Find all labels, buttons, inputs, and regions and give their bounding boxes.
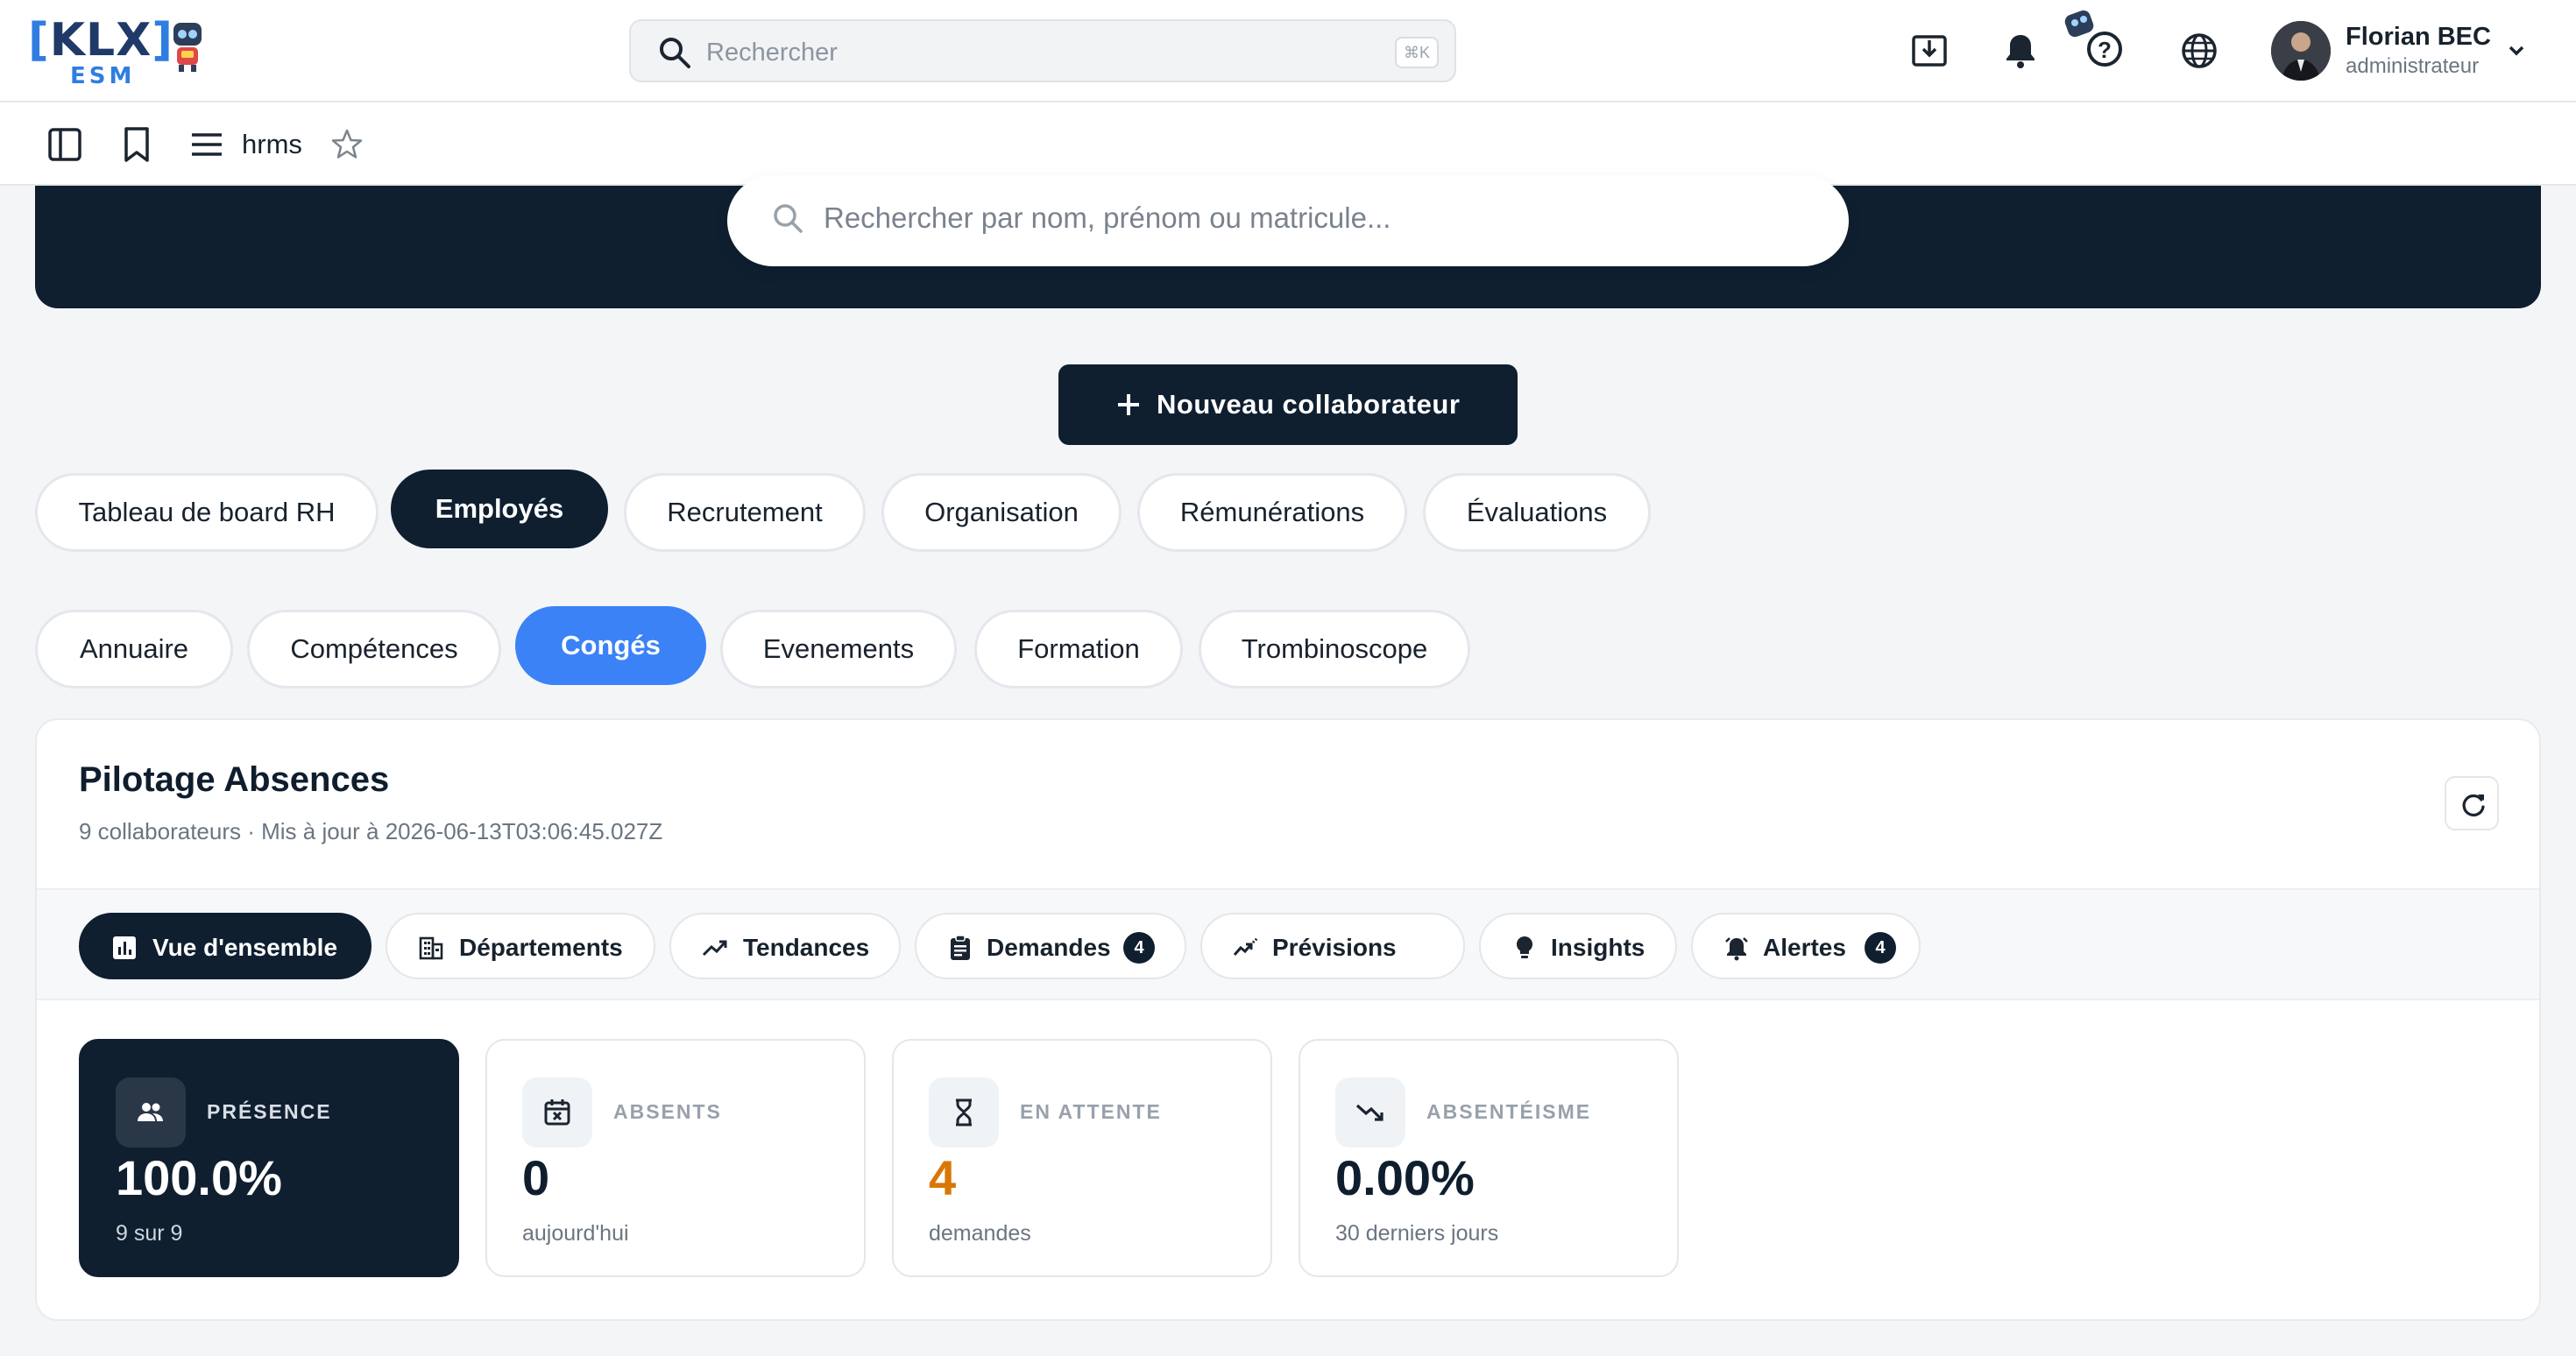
bookmark-icon[interactable] <box>116 124 158 166</box>
requests-count-badge: 4 <box>1123 932 1155 964</box>
tab-trends[interactable]: Tendances <box>669 913 901 979</box>
tab-departments[interactable]: Départements <box>386 913 655 979</box>
tab-forecasts[interactable]: Prévisions <box>1200 913 1465 979</box>
kpi-presence-label: PRÉSENCE <box>207 1100 332 1123</box>
kpi-absents-card: ABSENTS 0 aujourd'hui <box>485 1039 866 1277</box>
help-assistant-icon[interactable]: ? <box>2061 9 2126 72</box>
search-shortcut: ⌘K <box>1394 37 1439 68</box>
kpi-absenteeism-card: ABSENTÉISME 0.00% 30 derniers jours <box>1299 1039 1679 1277</box>
user-name[interactable]: Florian BEC <box>2346 23 2491 52</box>
klx-esm-logo[interactable]: [KLX] ESM <box>28 14 212 89</box>
star-icon[interactable] <box>326 124 368 166</box>
tab-requests-label: Demandes <box>987 934 1111 961</box>
search-icon <box>774 204 803 233</box>
hourglass-icon <box>956 1098 972 1126</box>
subtab-photo-directory[interactable]: Trombinoscope <box>1199 610 1470 689</box>
forecast-icon <box>1233 936 1259 956</box>
lightbulb-icon <box>1516 936 1533 958</box>
tab-insights-label: Insights <box>1551 934 1645 961</box>
card-title: Pilotage Absences <box>79 760 390 799</box>
trending-up-icon <box>702 940 727 957</box>
calendar-x-icon <box>544 1099 570 1126</box>
alerts-count-badge: 4 <box>1865 932 1896 964</box>
tab-organisation[interactable]: Organisation <box>881 473 1122 552</box>
search-placeholder: Rechercher <box>706 39 838 67</box>
bell-icon[interactable] <box>1999 30 2042 72</box>
absence-dashboard-card: Pilotage Absences 9 collaborateurs · Mis… <box>35 718 2541 1321</box>
tab-forecasts-label: Prévisions <box>1272 934 1397 961</box>
new-employee-label: Nouveau collaborateur <box>1157 389 1461 420</box>
plus-icon <box>1118 394 1139 415</box>
top-header: [KLX] ESM Rechercher ⌘K ? Florian BEC ad… <box>0 0 2576 102</box>
menu-icon[interactable] <box>186 124 228 166</box>
kpi-pending-label: EN ATTENTE <box>1020 1100 1162 1123</box>
dashboard-tabs: Vue d'ensemble Départements Tendances De… <box>37 888 2539 1000</box>
people-icon <box>138 1103 163 1121</box>
user-avatar[interactable] <box>2271 21 2331 81</box>
tab-compensation[interactable]: Rémunérations <box>1137 473 1407 552</box>
tab-overview-label: Vue d'ensemble <box>152 934 338 961</box>
kpi-pending-sub: demandes <box>929 1221 1031 1246</box>
subtab-leave[interactable]: Congés <box>515 606 706 685</box>
card-subtitle: 9 collaborateurs · Mis à jour à 2026-06-… <box>79 818 663 844</box>
tab-alerts[interactable]: Alertes 4 <box>1691 913 1921 979</box>
logo-text: KLX <box>49 14 152 67</box>
new-employee-button[interactable]: Nouveau collaborateur <box>1058 364 1518 445</box>
tab-evaluations[interactable]: Évaluations <box>1423 473 1651 552</box>
alarm-icon <box>1725 937 1748 961</box>
globe-icon[interactable] <box>2178 30 2220 72</box>
trending-down-icon <box>1355 1104 1384 1121</box>
employee-search-placeholder: Rechercher par nom, prénom ou matricule.… <box>824 201 1391 234</box>
kpi-absents-sub: aujourd'hui <box>522 1221 629 1246</box>
clipboard-icon <box>951 935 970 960</box>
subtab-skills[interactable]: Compétences <box>247 610 501 689</box>
user-photo-icon <box>2271 21 2331 81</box>
tab-requests[interactable]: Demandes 4 <box>915 913 1186 979</box>
sidebar-toggle-icon[interactable] <box>44 124 86 166</box>
kpi-absenteeism-value: 0.00% <box>1335 1150 1475 1205</box>
kpi-absenteeism-sub: 30 derniers jours <box>1335 1221 1499 1246</box>
tab-alerts-label: Alertes <box>1763 934 1846 961</box>
tab-trends-label: Tendances <box>743 934 870 961</box>
bar-chart-icon <box>113 936 136 959</box>
kpi-presence-value: 100.0% <box>116 1150 282 1205</box>
logo-subtext: ESM <box>70 63 136 89</box>
kpi-absenteeism-label: ABSENTÉISME <box>1426 1100 1592 1123</box>
subtab-training[interactable]: Formation <box>974 610 1183 689</box>
kpi-pending-card: EN ATTENTE 4 demandes <box>892 1039 1272 1277</box>
subtab-directory[interactable]: Annuaire <box>35 610 233 689</box>
kpi-pending-value: 4 <box>929 1150 957 1205</box>
chevron-down-icon[interactable] <box>2504 39 2529 63</box>
kpi-presence-card: PRÉSENCE 100.0% 9 sur 9 <box>79 1039 459 1277</box>
tab-hr-dashboard[interactable]: Tableau de board RH <box>35 473 379 552</box>
robot-mascot-icon <box>173 23 202 72</box>
kpi-absents-value: 0 <box>522 1150 550 1205</box>
user-role: administrateur <box>2346 54 2480 78</box>
tab-recruitment[interactable]: Recrutement <box>624 473 866 552</box>
tab-employees[interactable]: Employés <box>391 470 608 548</box>
svg-text:?: ? <box>2098 37 2112 63</box>
building-icon <box>419 936 443 960</box>
kpi-absents-label: ABSENTS <box>613 1100 722 1123</box>
app-name[interactable]: hrms <box>242 129 302 160</box>
refresh-button[interactable] <box>2445 776 2499 830</box>
employee-search-input[interactable]: Rechercher par nom, prénom ou matricule.… <box>727 175 1849 266</box>
refresh-icon <box>2462 794 2485 817</box>
kpi-presence-sub: 9 sur 9 <box>116 1221 183 1246</box>
tab-overview[interactable]: Vue d'ensemble <box>79 913 372 979</box>
app-toolbar: hrms <box>0 102 2576 186</box>
tab-insights[interactable]: Insights <box>1479 913 1677 979</box>
download-tray-icon[interactable] <box>1908 30 1950 72</box>
global-search-input[interactable]: Rechercher ⌘K <box>629 19 1456 82</box>
search-icon <box>660 38 690 68</box>
subtab-events[interactable]: Evenements <box>720 610 957 689</box>
tab-departments-label: Départements <box>459 934 623 961</box>
